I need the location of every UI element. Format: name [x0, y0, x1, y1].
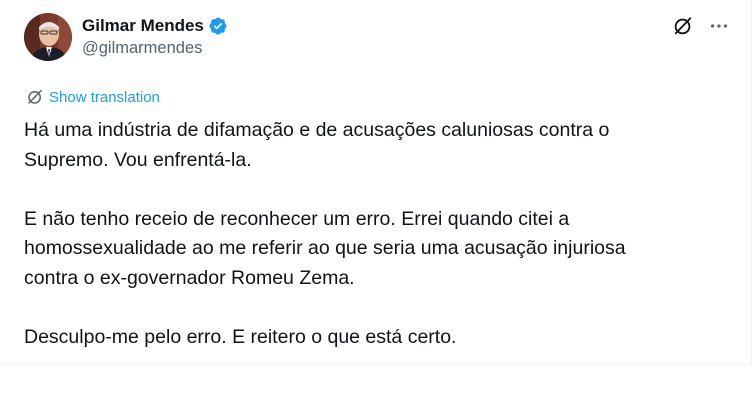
avatar-photo	[24, 13, 72, 61]
tweet-text-line: Supremo. Vou enfrentá-la.	[24, 148, 252, 171]
avatar[interactable]	[24, 13, 72, 61]
tweet-text: Há uma indústria de difamação e de acusa…	[24, 116, 724, 352]
tweet-text-line: Há uma indústria de difamação e de acusa…	[24, 119, 610, 141]
show-translation-link[interactable]: Show translation	[26, 88, 160, 106]
tweet-header: Gilmar Mendes @gilmarmendes	[24, 13, 734, 61]
tweet-text-line: homossexualidade ao me referir ao que se…	[24, 237, 626, 259]
tweet-text-line: E não tenho receio de reconhecer um erro…	[24, 207, 570, 230]
grok-icon[interactable]	[672, 15, 694, 37]
show-translation-label[interactable]: Show translation	[49, 89, 160, 106]
author-handle[interactable]: @gilmarmendes	[82, 39, 228, 58]
author-info: Gilmar Mendes @gilmarmendes	[82, 15, 228, 58]
more-options-icon[interactable]	[708, 15, 730, 37]
author-display-name[interactable]: Gilmar Mendes	[82, 16, 204, 36]
tweet-text-line: contra o ex-governador Romeu Zema.	[24, 266, 355, 289]
verified-badge-icon[interactable]	[208, 16, 228, 36]
translate-icon	[28, 89, 42, 104]
tweet-card: Gilmar Mendes @gilmarmendes Show transla…	[0, 0, 752, 365]
header-actions	[672, 15, 730, 37]
tweet-text-line: Desculpo-me pelo erro. E reitero o que e…	[24, 325, 457, 348]
